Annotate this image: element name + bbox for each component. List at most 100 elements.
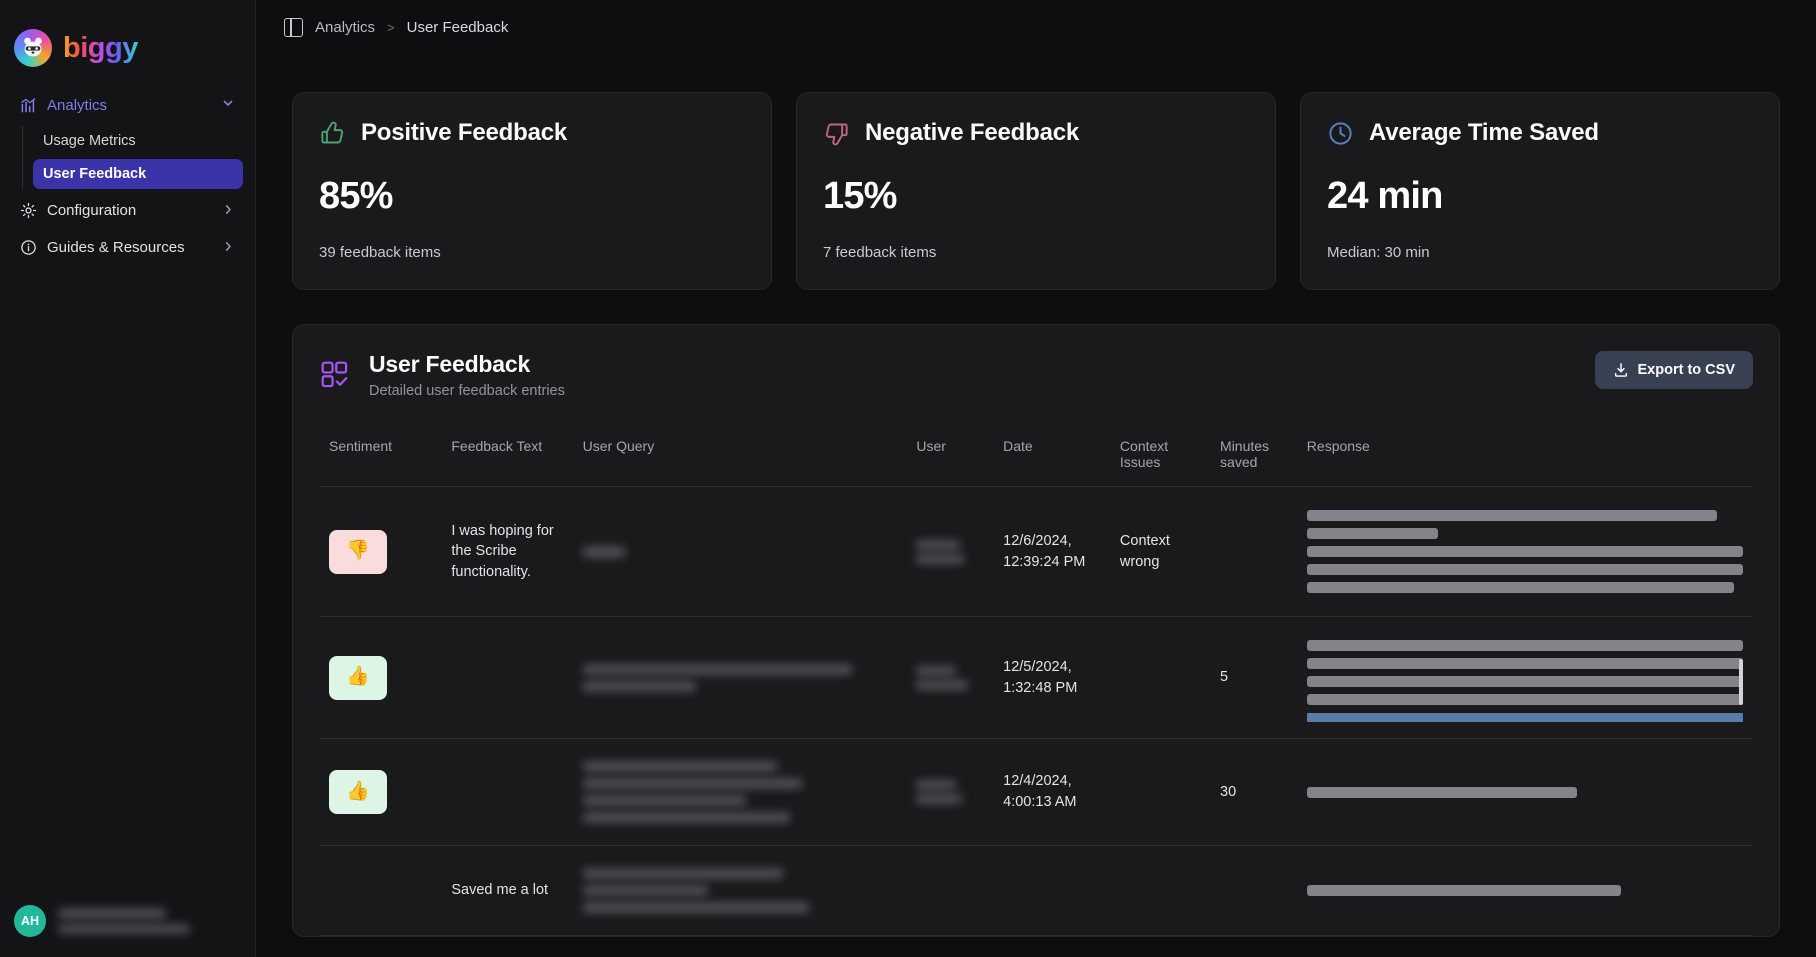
user-query-blurred (582, 795, 746, 806)
thumbs-up-icon: 👍 (329, 655, 387, 700)
sidebar-subnav: Usage Metrics User Feedback (22, 126, 243, 189)
chevron-down-icon[interactable] (221, 96, 235, 114)
export-button-label: Export to CSV (1637, 362, 1735, 378)
stat-card-average-time-saved: Average Time Saved 24 min Median: 30 min (1300, 92, 1780, 290)
gear-icon (20, 202, 37, 219)
sidebar-item-configuration[interactable]: Configuration (12, 193, 243, 228)
table-header-row: Sentiment Feedback Text User Query User … (319, 424, 1753, 487)
response-blurred (1306, 503, 1743, 600)
stat-card-title: Positive Feedback (361, 119, 568, 146)
brand[interactable]: biggy (0, 0, 255, 74)
user-query-blurred (582, 545, 625, 558)
cell-minutes-saved (1210, 845, 1297, 936)
table-row[interactable]: Saved me a lot (319, 845, 1753, 936)
user-name-blurred (58, 908, 166, 919)
response-blurred (1306, 780, 1743, 805)
cell-user (906, 616, 994, 739)
panel-header: User Feedback Detailed user feedback ent… (319, 351, 1753, 399)
column-header-minutes-saved[interactable]: Minutes saved (1210, 424, 1297, 487)
sidebar-item-guides-resources[interactable]: Guides & Resources (12, 230, 243, 265)
column-header-user[interactable]: User (906, 424, 994, 487)
stat-card-positive-feedback: Positive Feedback 85% 39 feedback items (292, 92, 772, 290)
cell-sentiment: 👎 (319, 486, 442, 617)
user-blurred (916, 794, 963, 804)
stat-card-value: 15% (823, 175, 897, 217)
cell-feedback-text (441, 738, 573, 846)
table-row[interactable]: 👎 I was hoping for the Scribe functional… (319, 486, 1753, 617)
column-header-sentiment[interactable]: Sentiment (319, 424, 442, 487)
sidebar-item-label: Configuration (47, 202, 137, 219)
thumbs-down-icon: 👎 (329, 529, 387, 574)
stat-card-value: 24 min (1327, 175, 1443, 217)
table-header: Sentiment Feedback Text User Query User … (319, 424, 1753, 487)
table-row[interactable]: 👍 12/4/2024, 4:00:13 AM 30 (319, 738, 1753, 846)
user-email-blurred (58, 924, 190, 934)
cell-sentiment: 👍 (319, 616, 442, 739)
panel-description: Detailed user feedback entries (369, 383, 565, 399)
column-header-context-issues[interactable]: Context Issues (1109, 424, 1211, 487)
table-row[interactable]: 👍 12/5/2024, 1:32:48 PM 5 (319, 616, 1753, 739)
panel-left-icon[interactable] (284, 17, 303, 37)
thumbs-up-icon: 👍 (329, 770, 387, 814)
cell-user-query (572, 616, 907, 739)
cell-sentiment (319, 845, 442, 936)
cell-user (906, 738, 994, 846)
stat-card-value: 85% (319, 175, 393, 217)
user-query-blurred (582, 902, 809, 913)
chevron-right-icon[interactable] (222, 240, 235, 256)
breadcrumb-separator: > (387, 19, 395, 35)
sidebar-item-user-feedback[interactable]: User Feedback (33, 159, 243, 189)
stat-card-subtext: 7 feedback items (823, 244, 937, 261)
cell-date: 12/4/2024, 4:00:13 AM (993, 738, 1110, 846)
user-blurred (916, 553, 965, 564)
sidebar-group-analytics[interactable]: Analytics (12, 88, 243, 122)
column-header-feedback-text[interactable]: Feedback Text (441, 424, 573, 487)
column-header-user-query[interactable]: User Query (572, 424, 907, 487)
column-header-response[interactable]: Response (1296, 424, 1753, 487)
sidebar-user-profile[interactable]: AH (0, 889, 255, 957)
breadcrumb-current: User Feedback (406, 18, 509, 36)
stat-card-negative-feedback: Negative Feedback 15% 7 feedback items (796, 92, 1276, 290)
sidebar: biggy Analytics Usage Metrics User Feedb… (0, 0, 256, 957)
cell-response (1296, 845, 1753, 936)
user-blurred (916, 539, 961, 550)
response-scrollbar[interactable] (1739, 659, 1743, 705)
table-body: 👎 I was hoping for the Scribe functional… (319, 486, 1753, 936)
cell-response (1296, 616, 1753, 739)
breadcrumb-root[interactable]: Analytics (315, 19, 375, 36)
cell-response (1296, 486, 1753, 617)
thumbs-down-icon (823, 120, 850, 147)
cell-feedback-text (441, 616, 573, 739)
user-blurred (916, 665, 957, 676)
text-selection-highlight (1306, 713, 1743, 722)
cell-user (906, 486, 994, 617)
stat-cards: Positive Feedback 85% 39 feedback items (292, 92, 1780, 290)
cell-context-issues (1109, 738, 1211, 846)
user-identity-redacted (58, 908, 190, 934)
column-header-date[interactable]: Date (993, 424, 1110, 487)
stat-card-title: Average Time Saved (1369, 119, 1599, 146)
cell-response (1296, 738, 1753, 846)
cell-context-issues (1109, 845, 1211, 936)
topbar: Analytics > User Feedback (256, 0, 1816, 54)
cell-user (906, 845, 994, 936)
response-blurred (1306, 878, 1743, 903)
cell-user-query (572, 486, 907, 617)
user-feedback-panel: User Feedback Detailed user feedback ent… (292, 324, 1780, 937)
sidebar-item-usage-metrics[interactable]: Usage Metrics (33, 126, 243, 156)
sidebar-group-label: Analytics (47, 96, 108, 114)
download-icon (1613, 362, 1629, 378)
cell-minutes-saved: 5 (1210, 616, 1297, 739)
cell-date (993, 845, 1110, 936)
chart-line-icon (20, 97, 37, 114)
user-blurred (916, 780, 957, 790)
export-to-csv-button[interactable]: Export to CSV (1594, 351, 1753, 389)
response-blurred (1306, 633, 1743, 722)
page-content: Positive Feedback 85% 39 feedback items (256, 54, 1816, 937)
user-query-blurred (582, 812, 790, 823)
cell-feedback-text: I was hoping for the Scribe functionalit… (441, 486, 573, 617)
avatar: AH (14, 905, 46, 937)
chevron-right-icon[interactable] (222, 203, 235, 219)
user-query-blurred (582, 778, 803, 789)
sidebar-item-label: Guides & Resources (47, 239, 185, 256)
